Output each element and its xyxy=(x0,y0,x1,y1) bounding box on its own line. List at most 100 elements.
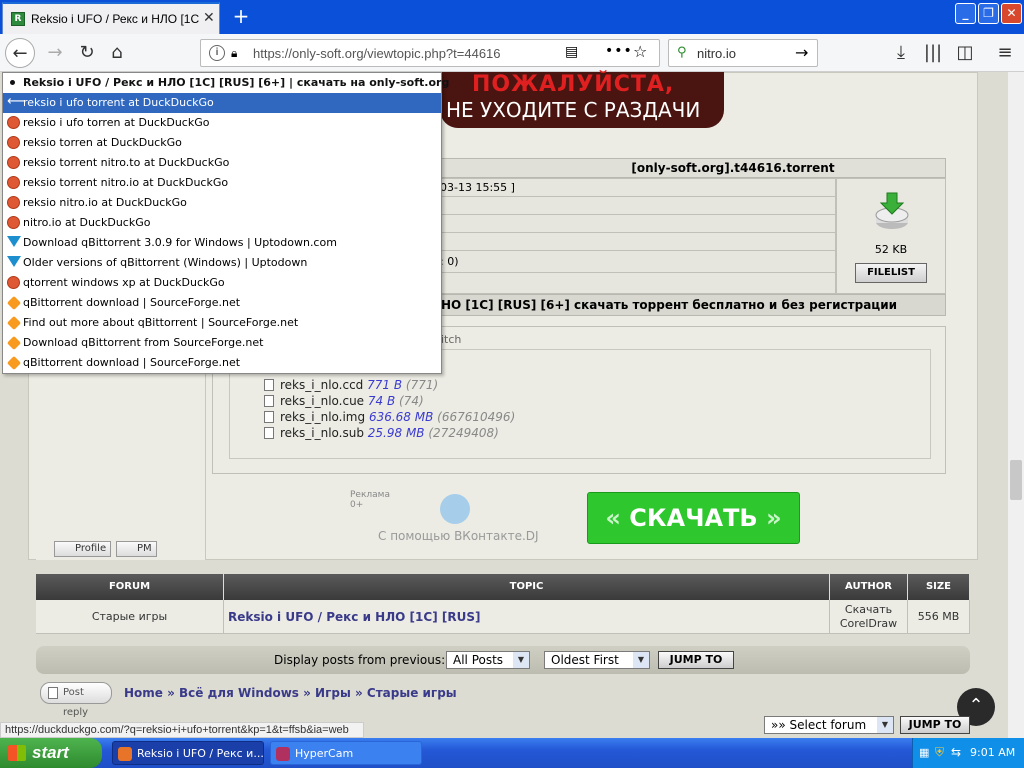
posts-order-select[interactable]: Oldest First ▼ xyxy=(544,651,650,669)
bookmark-star-icon[interactable]: ☆ xyxy=(633,42,647,61)
dropdown-item[interactable]: nitro.io at DuckDuckGo xyxy=(3,213,441,233)
download-button[interactable]: « СКАЧАТЬ » xyxy=(587,492,800,544)
library-icon[interactable]: ||| xyxy=(918,38,948,68)
dropdown-item[interactable]: reksio torrent nitro.io at DuckDuckGo xyxy=(3,173,441,193)
profile-button[interactable]: Profile xyxy=(54,541,112,557)
dropdown-item[interactable]: ⟵ reksio i ufo torrent at DuckDuckGo xyxy=(3,93,441,113)
site-favicon-icon: R xyxy=(11,12,25,26)
taskbar-item-hypercam[interactable]: HyperCam xyxy=(270,741,422,765)
author-cell[interactable]: Скачать CorelDraw xyxy=(830,600,908,634)
torrent-description: НО [1С] [RUS] [6+] скачать торрент беспл… xyxy=(440,294,946,316)
switch-label[interactable]: itch xyxy=(441,333,461,346)
forum-cell[interactable]: Старые игры xyxy=(36,600,224,634)
taskbar-item-firefox[interactable]: Reksio i UFO / Рекс и... xyxy=(112,741,264,765)
dropdown-item[interactable]: Find out more about qBittorrent | Source… xyxy=(3,313,441,333)
posts-period-select[interactable]: All Posts ▼ xyxy=(446,651,530,669)
reload-icon[interactable]: ↻ xyxy=(72,38,102,68)
browser-title-bar: R Reksio i UFO / Рекс и НЛО [1С] [R ✕ + … xyxy=(0,0,1024,34)
pm-button[interactable]: PM xyxy=(116,541,157,557)
completed-count: : 0) xyxy=(440,255,459,268)
sourceforge-icon xyxy=(6,355,22,371)
th-size: SIZE xyxy=(908,574,970,600)
chevron-down-icon: ▼ xyxy=(877,717,893,733)
new-tab-icon[interactable]: + xyxy=(230,4,252,28)
sourceforge-icon xyxy=(6,315,22,331)
duckduckgo-icon xyxy=(7,196,20,209)
dropdown-item[interactable]: qtorrent windows xp at DuckDuckGo xyxy=(3,273,441,293)
row-divider xyxy=(440,232,835,233)
file-icon xyxy=(264,395,274,407)
start-button[interactable]: start xyxy=(0,738,102,768)
browser-tab[interactable]: R Reksio i UFO / Рекс и НЛО [1С] [R ✕ xyxy=(2,2,220,34)
minimize-window-button[interactable]: _ xyxy=(955,3,976,24)
breadcrumb[interactable]: Home » Всё для Windows » Игры » Старые и… xyxy=(124,686,457,700)
chevron-down-icon: ▼ xyxy=(633,652,649,668)
network-icon[interactable]: ⇆ xyxy=(951,745,961,759)
row-divider xyxy=(440,214,835,215)
uptodown-icon xyxy=(7,256,21,267)
description-text: НО [1С] [RUS] [6+] скачать торрент беспл… xyxy=(441,298,898,312)
vk-widget-icon[interactable] xyxy=(440,494,470,524)
downloads-icon[interactable]: ⤓ xyxy=(886,38,916,68)
dropdown-item[interactable]: reksio torren at DuckDuckGo xyxy=(3,133,441,153)
search-input[interactable]: nitro.io xyxy=(697,46,736,61)
close-window-button[interactable]: ✕ xyxy=(1001,3,1022,24)
dropdown-item[interactable]: Download qBittorrent 3.0.9 for Windows |… xyxy=(3,233,441,253)
post-reply-button[interactable]: Post reply xyxy=(40,682,112,718)
size-cell: 556 MB xyxy=(908,600,970,634)
vk-widget-text[interactable]: С помощью ВКонтакте.DJ xyxy=(378,529,539,543)
seed-banner: ПОЖАЛУЙСТА, НЕ УХОДИТЕ С РАЗДАЧИ xyxy=(440,72,724,128)
menu-hamburger-icon[interactable]: ≡ xyxy=(990,38,1020,68)
ad-label: Реклама 0+ xyxy=(350,490,390,510)
taskbar-clock: 9:01 AM xyxy=(970,746,1016,759)
more-actions-icon[interactable]: ••• xyxy=(605,43,633,59)
duckduckgo-icon xyxy=(7,156,20,169)
dropdown-item[interactable]: qBittorrent download | SourceForge.net xyxy=(3,293,441,313)
duckduckgo-icon xyxy=(7,136,20,149)
back-arrow-icon[interactable]: ← xyxy=(5,38,35,68)
duckduckgo-icon xyxy=(7,116,20,129)
file-row: reks_i_nlo.sub 25.98 MB (27249408) xyxy=(264,426,499,440)
topic-table: FORUM TOPIC AUTHOR SIZE Старые игры Reks… xyxy=(36,574,970,636)
maximize-window-button[interactable]: ❐ xyxy=(978,3,999,24)
file-row: reks_i_nlo.ccd 771 B (771) xyxy=(264,378,438,392)
dropdown-item[interactable]: qBittorrent download | SourceForge.net xyxy=(3,353,441,373)
dropdown-item[interactable]: reksio i ufo torren at DuckDuckGo xyxy=(3,113,441,133)
forward-arrow-icon[interactable]: → xyxy=(40,38,70,68)
reader-view-icon[interactable]: ▤ xyxy=(565,44,578,60)
row-divider xyxy=(440,250,835,251)
search-go-arrow-icon[interactable]: → xyxy=(795,43,808,62)
sourceforge-icon xyxy=(6,335,22,351)
th-author: AUTHOR xyxy=(830,574,908,600)
banner-line2: НЕ УХОДИТЕ С РАЗДАЧИ xyxy=(446,98,701,122)
windows-logo-icon xyxy=(8,745,26,761)
keyboard-icon[interactable]: ▦ xyxy=(919,746,929,759)
select-forum-dropdown[interactable]: »» Select forum ▼ xyxy=(764,716,894,734)
dropdown-item[interactable]: reksio torrent nitro.to at DuckDuckGo xyxy=(3,153,441,173)
url-bar[interactable]: i 🔒︎ https://only-soft.org/viewtopic.php… xyxy=(200,39,660,67)
download-drive-icon[interactable] xyxy=(875,191,909,231)
lock-icon[interactable]: 🔒︎ xyxy=(231,46,237,61)
dropdown-item[interactable]: Download qBittorrent from SourceForge.ne… xyxy=(3,333,441,353)
filelist-button[interactable]: FILELIST xyxy=(855,263,927,283)
torrent-download-panel: 52 KB FILELIST xyxy=(836,178,946,294)
jump-to-forum-button[interactable]: JUMP TO xyxy=(900,716,970,734)
security-shield-icon[interactable]: ⛨ xyxy=(935,745,944,760)
file-icon xyxy=(264,411,274,423)
sidebar-icon[interactable]: ◫ xyxy=(950,38,980,68)
search-engine-icon[interactable]: ⚲ xyxy=(677,45,687,60)
search-bar[interactable]: ⚲ nitro.io → xyxy=(668,39,818,67)
dropdown-item[interactable]: reksio nitro.io at DuckDuckGo xyxy=(3,193,441,213)
url-autocomplete-dropdown: Reksio i UFO / Рекс и НЛО [1С] [RUS] [6+… xyxy=(2,72,449,374)
sourceforge-icon xyxy=(6,295,22,311)
dropdown-item[interactable]: Older versions of qBittorrent (Windows) … xyxy=(3,253,441,273)
dropdown-current-page[interactable]: Reksio i UFO / Рекс и НЛО [1С] [RUS] [6+… xyxy=(3,73,449,93)
info-icon[interactable]: i xyxy=(209,45,225,61)
jump-to-button[interactable]: JUMP TO xyxy=(658,651,734,669)
page-scrollbar[interactable] xyxy=(1008,72,1024,738)
home-icon[interactable]: ⌂ xyxy=(102,38,132,68)
close-tab-icon[interactable]: ✕ xyxy=(203,10,215,26)
file-icon xyxy=(264,379,274,391)
scrollbar-thumb[interactable] xyxy=(1010,460,1022,500)
topic-link[interactable]: Reksio i UFO / Рекс и НЛО [1С] [RUS] xyxy=(224,600,830,634)
